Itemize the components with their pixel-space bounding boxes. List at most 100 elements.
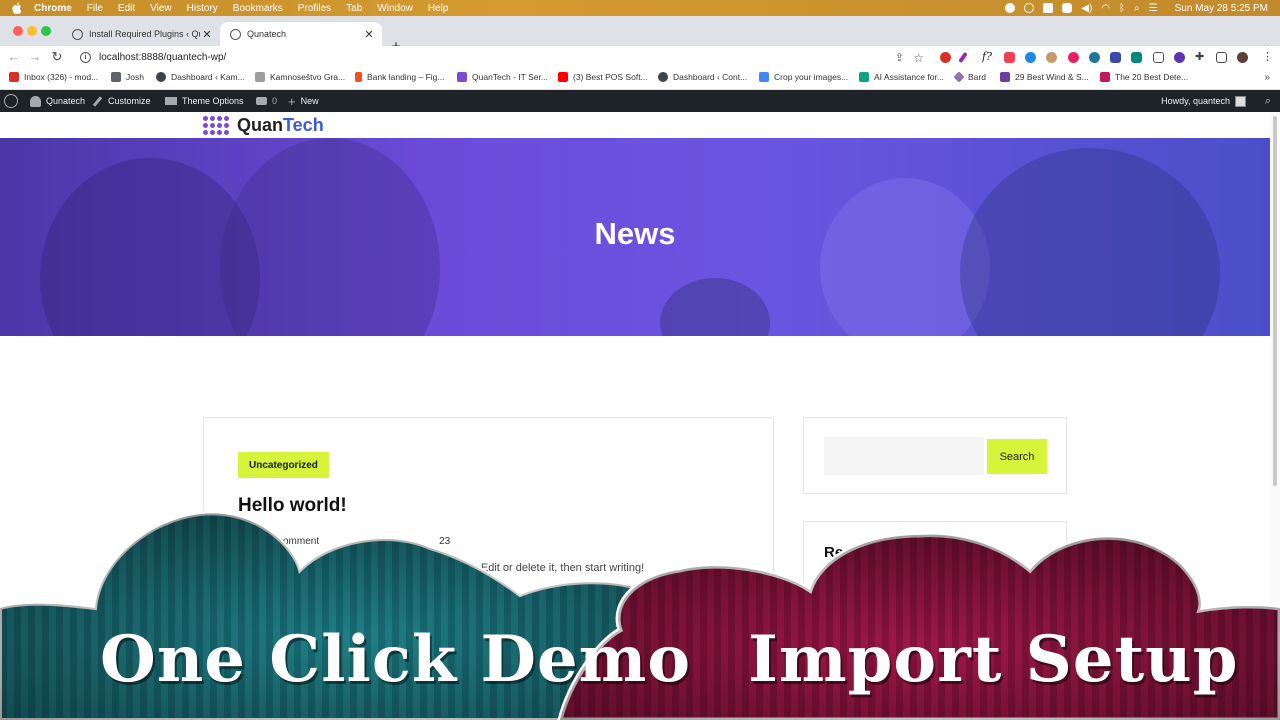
wp-admin-bar: Qunatech Customize Theme Options 0 + New… [0, 90, 1280, 112]
bookmark-quantech[interactable]: QuanTech - IT Ser... [457, 72, 548, 82]
extension-cookie-icon[interactable] [1046, 52, 1057, 63]
bookmark-kamnosestvo[interactable]: Kamnoseštvo Gra... [255, 72, 345, 82]
volume-icon[interactable]: ◀) [1081, 3, 1092, 14]
back-button[interactable]: ← [6, 49, 22, 65]
extension-wp-icon[interactable] [1089, 52, 1100, 63]
share-icon[interactable]: ⇪ [895, 51, 904, 64]
bookmark-josh[interactable]: Josh [111, 72, 144, 82]
wp-new-button[interactable]: + New [288, 90, 319, 112]
shield-status-icon[interactable] [1043, 3, 1054, 13]
site-info-icon[interactable]: i [80, 52, 91, 63]
extension-screenshot-icon[interactable] [1153, 52, 1164, 63]
logo-text-quan: Quan [237, 114, 284, 135]
menubar-clock[interactable]: Sun May 28 5:25 PM [1175, 3, 1268, 14]
close-tab-icon[interactable]: ✕ [362, 28, 376, 41]
menu-edit[interactable]: Edit [118, 3, 135, 14]
extension-pocket-icon[interactable] [1004, 52, 1015, 63]
tab-strip: Install Required Plugins ‹ Quna ✕ Qunate… [0, 16, 1280, 55]
crop-icon [759, 72, 769, 82]
wifi-icon[interactable]: ◠ [1101, 3, 1110, 14]
bookmark-dashboard-cont[interactable]: Dashboard ‹ Cont... [658, 72, 747, 82]
bookmark-label: Dashboard ‹ Kam... [171, 72, 245, 82]
logo-text-tech: Tech [283, 114, 324, 135]
wp-customize-button[interactable]: Customize [92, 90, 151, 112]
tab-qunatech[interactable]: Qunatech ✕ [220, 22, 382, 46]
site-logo[interactable]: QuanTech [203, 112, 324, 138]
bookmark-label: (3) Best POS Soft... [573, 72, 648, 82]
bookmark-label: Josh [126, 72, 144, 82]
address-bar[interactable]: i localhost:8888/quantech-wp/ ⇪ ☆ [72, 48, 934, 67]
extensions-puzzle-icon[interactable]: ✚ [1195, 50, 1204, 63]
page-icon [1100, 72, 1110, 82]
bluetooth-icon[interactable]: ᛒ [1119, 3, 1125, 14]
menu-history[interactable]: History [187, 3, 218, 14]
reload-button[interactable]: ↻ [49, 49, 65, 65]
window-close-button[interactable] [13, 26, 23, 36]
menu-file[interactable]: File [87, 3, 103, 14]
bookmark-star-icon[interactable]: ☆ [913, 51, 924, 65]
record-icon[interactable] [1005, 3, 1016, 13]
bookmark-dashboard-kam[interactable]: Dashboard ‹ Kam... [156, 72, 245, 82]
bookmark-youtube[interactable]: (3) Best POS Soft... [558, 72, 648, 82]
wp-comments-button[interactable]: 0 [256, 90, 277, 112]
menu-app-name[interactable]: Chrome [34, 3, 72, 14]
profile-avatar[interactable] [1237, 52, 1248, 63]
wp-site-name-button[interactable]: Qunatech [30, 90, 85, 112]
menu-window[interactable]: Window [377, 3, 413, 14]
bookmark-bard[interactable]: Bard [953, 71, 986, 83]
spotlight-search-icon[interactable]: ⌕ [1134, 3, 1140, 14]
tab-title: Qunatech [247, 29, 287, 39]
forward-button[interactable]: → [27, 49, 43, 65]
search-input[interactable] [824, 437, 984, 475]
bookmark-ai-assistance[interactable]: AI Assistance for... [859, 72, 944, 82]
extension-gear-icon[interactable] [1174, 52, 1185, 63]
apple-icon[interactable] [10, 1, 24, 15]
overlay-text-right: Import Setup [748, 622, 1239, 697]
search-button[interactable]: Search [987, 439, 1047, 474]
wp-site-name: Qunatech [46, 96, 86, 106]
wp-theme-options-button[interactable]: Theme Options [165, 90, 244, 112]
extension-badge-icon[interactable] [1110, 52, 1121, 63]
wp-logo-button[interactable] [4, 90, 23, 112]
more-bookmarks-chevron-icon[interactable]: » [1264, 72, 1270, 83]
bookmark-gmail[interactable]: Inbox (326) - mod... [9, 72, 98, 82]
toolbar: ← → ↻ i localhost:8888/quantech-wp/ ⇪ ☆ … [0, 46, 1280, 68]
chrome-menu-icon[interactable]: ⋮ [1262, 50, 1273, 63]
extension-pen-icon[interactable] [958, 51, 968, 64]
extension-fx-icon[interactable]: f? [982, 50, 992, 63]
wordpress-icon [156, 72, 166, 82]
menu-view[interactable]: View [150, 3, 172, 14]
bookmark-label: Dashboard ‹ Cont... [673, 72, 748, 82]
window-zoom-button[interactable] [41, 26, 51, 36]
control-center-icon[interactable]: ☰ [1149, 3, 1158, 14]
wp-my-account[interactable]: Howdy, quantech [1161, 90, 1246, 112]
scrollbar-thumb[interactable] [1273, 116, 1277, 486]
extension-red-icon[interactable] [940, 52, 951, 63]
wordpress-icon [658, 72, 668, 82]
vpn-icon[interactable] [1024, 3, 1035, 13]
post-category-badge[interactable]: Uncategorized [238, 452, 329, 478]
globe-icon [230, 28, 241, 40]
side-panel-icon[interactable] [1216, 52, 1227, 63]
comment-bubble-icon [256, 97, 267, 105]
extension-color-icon[interactable] [1068, 52, 1079, 63]
bookmark-crop[interactable]: Crop your images... [759, 72, 848, 82]
wp-search-button[interactable]: ⌕ [1265, 90, 1271, 112]
menu-tab[interactable]: Tab [346, 3, 362, 14]
tab-install-plugins[interactable]: Install Required Plugins ‹ Quna ✕ [62, 22, 220, 46]
bookmarks-bar: Inbox (326) - mod... Josh Dashboard ‹ Ka… [0, 68, 1280, 90]
extension-teal-icon[interactable] [1131, 52, 1142, 63]
search-icon: ⌕ [1264, 94, 1271, 107]
menu-help[interactable]: Help [428, 3, 449, 14]
skype-icon[interactable] [1062, 3, 1073, 13]
bookmark-label: Bank landing – Fig... [367, 72, 445, 82]
bookmark-20-best[interactable]: The 20 Best Dete... [1100, 72, 1188, 82]
window-minimize-button[interactable] [27, 26, 37, 36]
close-tab-icon[interactable]: ✕ [200, 28, 214, 41]
extension-blue-icon[interactable] [1025, 52, 1036, 63]
bookmark-figma[interactable]: Bank landing – Fig... [355, 72, 445, 82]
menu-bookmarks[interactable]: Bookmarks [233, 3, 283, 14]
bookmark-29-best[interactable]: 29 Best Wind & S... [1000, 72, 1089, 82]
wordpress-logo-icon [4, 94, 18, 108]
menu-profiles[interactable]: Profiles [298, 3, 331, 14]
